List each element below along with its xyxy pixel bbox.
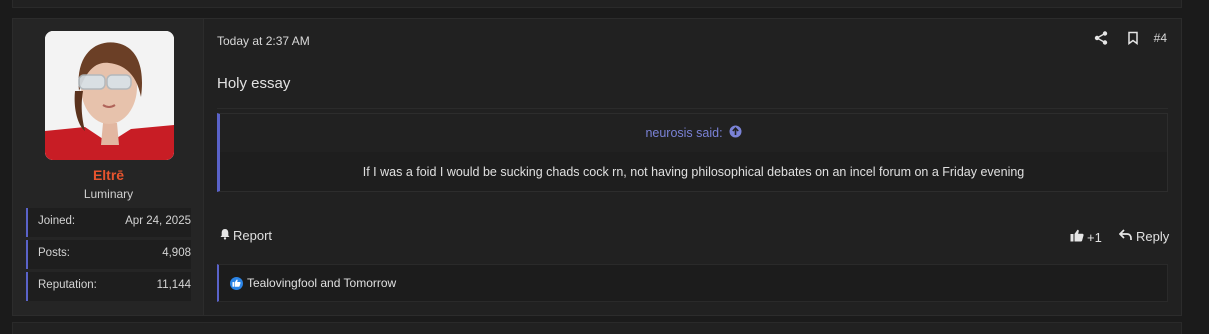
like-reaction-icon (230, 276, 243, 290)
share-icon[interactable] (1094, 31, 1108, 45)
reactions-text[interactable]: Tealovingfool and Tomorrow (247, 276, 396, 290)
stat-value: 4,908 (162, 247, 191, 259)
stat-posts: Posts: 4,908 (26, 240, 191, 269)
stat-value: 11,144 (156, 279, 191, 291)
post-date[interactable]: Today at 2:37 AM (217, 34, 310, 48)
post-number-link[interactable]: #4 (1154, 31, 1167, 45)
user-info-panel: Eltrē Luminary Joined: Apr 24, 2025 Post… (13, 19, 204, 315)
reply-button[interactable]: Reply (1118, 229, 1170, 244)
stat-reputation: Reputation: 11,144 (26, 272, 191, 301)
stat-label: Joined: (38, 215, 76, 227)
reply-icon (1118, 229, 1132, 244)
arrow-up-circle-icon (729, 125, 742, 141)
avatar-image (45, 31, 174, 160)
bell-icon (219, 228, 231, 243)
post-main: Today at 2:37 AM #4 Holy essay neurosis … (204, 19, 1181, 315)
divider (217, 108, 1168, 109)
reactions-bar[interactable]: Tealovingfool and Tomorrow (217, 264, 1168, 302)
forum-post: Eltrē Luminary Joined: Apr 24, 2025 Post… (12, 18, 1182, 316)
report-label: Report (233, 228, 273, 243)
reply-label: Reply (1136, 229, 1170, 244)
quote-attribution-link[interactable]: neurosis said: (220, 114, 1167, 152)
user-title: Luminary (83, 187, 134, 201)
report-button[interactable]: Report (219, 228, 272, 243)
stat-joined: Joined: Apr 24, 2025 (26, 208, 191, 237)
quote-attribution: neurosis said: (645, 126, 723, 140)
previous-post-edge (12, 0, 1182, 8)
stat-label: Posts: (38, 247, 70, 259)
post-body: Holy essay (217, 75, 291, 92)
react-button[interactable]: +1 (1070, 229, 1102, 245)
quote-text: If I was a foid I would be sucking chads… (220, 152, 1167, 191)
reaction-count: +1 (1087, 229, 1102, 245)
bookmark-icon[interactable] (1126, 31, 1140, 45)
post-header-actions: #4 (1094, 31, 1167, 45)
avatar[interactable] (45, 31, 174, 160)
thumbs-up-icon (1070, 229, 1084, 245)
stat-value: Apr 24, 2025 (125, 215, 191, 227)
stat-label: Reputation: (38, 279, 97, 291)
quote-block: neurosis said: If I was a foid I would b… (217, 113, 1168, 192)
next-post-edge (12, 322, 1182, 334)
username[interactable]: Eltrē (13, 167, 204, 183)
